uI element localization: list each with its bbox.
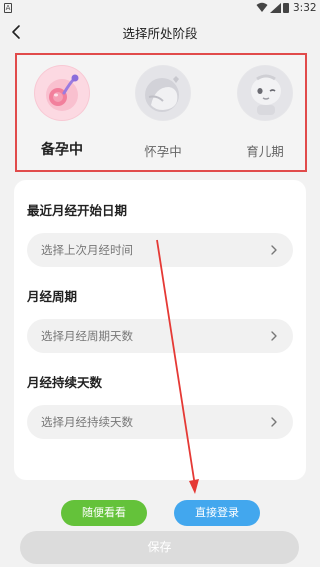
stage-selector: 备孕中 怀孕中 育儿期 [15,53,307,172]
notification-icon: A [4,3,12,13]
cycle-length-label: 月经周期 [27,289,78,304]
wifi-icon [256,2,268,12]
save-button[interactable]: 保存 [20,531,299,564]
chevron-right-icon [271,331,277,341]
header: 选择所处阶段 [0,17,320,47]
baby-icon [237,65,293,121]
last-period-placeholder: 选择上次月经时间 [41,243,133,257]
page-title: 选择所处阶段 [122,26,198,41]
stage-option-parenting[interactable]: 育儿期 [220,65,310,160]
period-duration-placeholder: 选择月经持续天数 [41,415,133,429]
last-period-label: 最近月经开始日期 [27,203,128,218]
stage-label-pregnancy: 怀孕中 [144,144,182,159]
cycle-length-placeholder: 选择月经周期天数 [41,329,133,343]
stage-label-parenting: 育儿期 [246,144,284,159]
stage-label-conception: 备孕中 [41,142,83,158]
period-duration-label: 月经持续天数 [27,375,103,390]
conception-icon [34,65,90,121]
battery-icon [283,3,289,13]
cycle-length-select[interactable]: 选择月经周期天数 [27,319,293,353]
period-duration-select[interactable]: 选择月经持续天数 [27,405,293,439]
browse-casually-button[interactable]: 随便看看 [61,500,147,526]
signal-icon [270,3,281,13]
chevron-right-icon [271,417,277,427]
period-info-card: 最近月经开始日期 选择上次月经时间 月经周期 选择月经周期天数 月经持续天数 选… [14,180,306,480]
stage-option-conception[interactable]: 备孕中 [17,65,107,159]
status-bar: A 3:32 [0,0,320,17]
status-time: 3:32 [293,2,317,14]
last-period-select[interactable]: 选择上次月经时间 [27,233,293,267]
period-duration-field: 月经持续天数 选择月经持续天数 [27,372,293,439]
pregnancy-icon [135,65,191,121]
last-period-field: 最近月经开始日期 选择上次月经时间 [27,200,293,267]
stage-option-pregnancy[interactable]: 怀孕中 [118,65,208,160]
direct-login-button[interactable]: 直接登录 [174,500,260,526]
chevron-right-icon [271,245,277,255]
cycle-length-field: 月经周期 选择月经周期天数 [27,286,293,353]
